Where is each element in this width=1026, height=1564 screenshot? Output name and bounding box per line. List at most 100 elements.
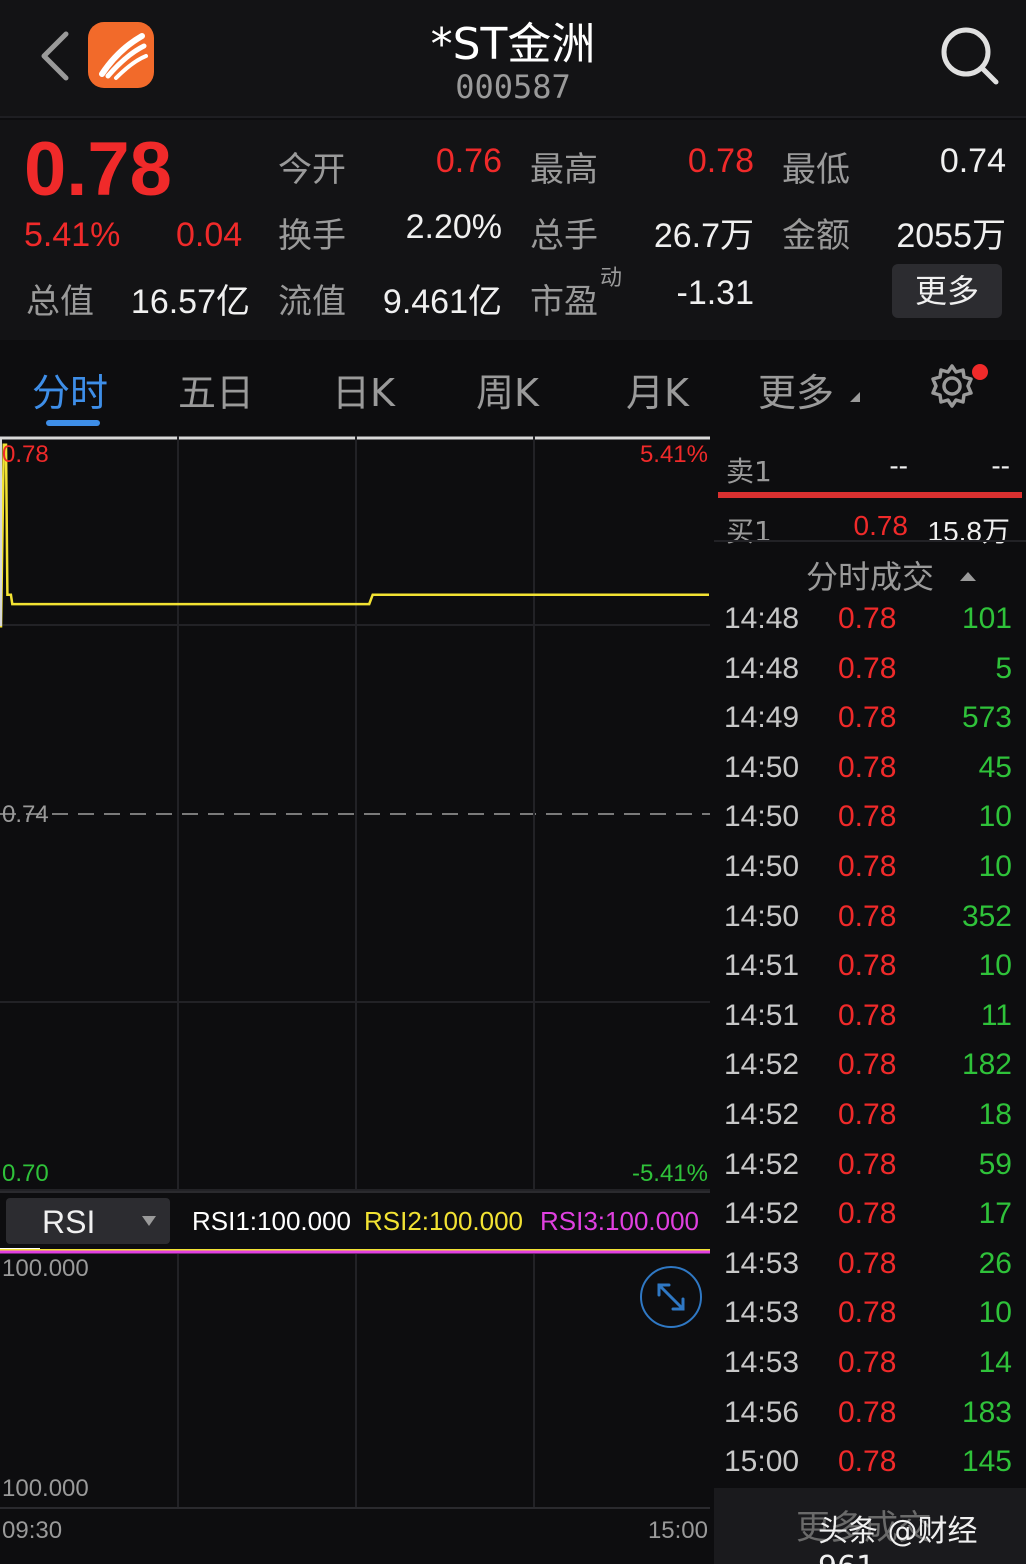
tick-time: 14:51 xyxy=(724,998,800,1032)
order-book-panel: 卖1 -- -- 买1 0.78 15.8万 分时成交 14:48 0.78 101… xyxy=(714,436,1026,1564)
tick-price: 0.78 xyxy=(838,1246,897,1280)
buy1-row: 买1 0.78 15.8万 xyxy=(714,498,1026,552)
tab-more-caret-icon xyxy=(850,392,860,402)
tick-volume: 10 xyxy=(978,800,1012,834)
tick-price: 0.78 xyxy=(838,1147,897,1181)
tab-weekly-k[interactable]: 周K xyxy=(476,362,539,417)
rsi-indicator-bar: RSI RSI1:100.000 RSI2:100.000 RSI3:100.0… xyxy=(0,1194,712,1248)
tick-price: 0.78 xyxy=(838,1097,897,1131)
tab-daily-k[interactable]: 日K xyxy=(332,362,395,417)
open-label: 今开 xyxy=(278,150,346,190)
volume-value: 26.7万 xyxy=(653,217,754,255)
rsi3-value: RSI3:100.000 xyxy=(540,1206,700,1236)
dropdown-caret-icon xyxy=(142,1216,156,1226)
tab-more[interactable]: 更多 xyxy=(758,362,834,417)
settings-gear-icon[interactable] xyxy=(928,362,976,410)
tick-volume: 145 xyxy=(961,1445,1012,1479)
quote-more-button[interactable]: 更多 xyxy=(892,264,1002,318)
price-axis-mid: 0.74 xyxy=(2,801,49,828)
tick-price: 0.78 xyxy=(838,651,897,685)
tick-price: 0.78 xyxy=(838,1296,897,1330)
tick-price: 0.78 xyxy=(838,1395,897,1429)
intraday-chart-svg: 0.78 5.41% 0.74 0.70 -5.41% 100.000 100.… xyxy=(0,436,710,1544)
tick-time: 14:49 xyxy=(724,701,800,735)
intraday-chart[interactable]: 0.78 5.41% 0.74 0.70 -5.41% 100.000 100.… xyxy=(0,436,712,1564)
tick-row: 14:52 0.78 17 xyxy=(714,1189,1026,1239)
stock-code: 000587 xyxy=(455,68,571,106)
app-logo-icon xyxy=(88,22,154,88)
change-percent: 5.41% xyxy=(24,216,121,254)
tick-time: 14:52 xyxy=(724,1097,800,1131)
buy1-volume: 15.8万 xyxy=(927,516,1011,547)
float-cap-label: 流值 xyxy=(278,282,346,322)
tick-price: 0.78 xyxy=(838,701,897,735)
indicator-dropdown-label: RSI xyxy=(42,1204,96,1240)
tab-monthly-k[interactable]: 月K xyxy=(626,362,689,417)
tick-volume: 352 xyxy=(961,899,1012,933)
float-cap-value: 9.461亿 xyxy=(382,283,502,321)
indicator-dropdown[interactable]: RSI xyxy=(6,1198,170,1244)
tick-time: 14:53 xyxy=(724,1296,800,1330)
tick-volume: 10 xyxy=(978,949,1012,983)
sell1-volume: -- xyxy=(991,450,1010,481)
tick-time: 14:53 xyxy=(724,1345,800,1379)
pe-dynamic-sup: 动 xyxy=(600,266,623,291)
high-label: 最高 xyxy=(530,150,598,190)
tick-time: 14:48 xyxy=(724,651,800,685)
amount-value: 2055万 xyxy=(896,217,1006,255)
pe-value: -1.31 xyxy=(676,274,755,312)
tick-time: 14:53 xyxy=(724,1246,800,1280)
tick-time: 14:56 xyxy=(724,1395,800,1429)
tab-intraday[interactable]: 分时 xyxy=(32,362,108,417)
tick-time: 14:50 xyxy=(724,750,800,784)
tick-row: 14:51 0.78 10 xyxy=(714,941,1026,991)
tick-row: 14:49 0.78 573 xyxy=(714,693,1026,743)
order-book-separator xyxy=(714,540,1026,542)
tick-time: 14:48 xyxy=(724,602,800,635)
price-axis-top: 0.78 xyxy=(2,441,49,468)
rsi-axis-top: 100.000 xyxy=(2,1255,89,1282)
buy1-price: 0.78 xyxy=(853,510,909,541)
tick-volume: 26 xyxy=(978,1246,1012,1280)
sell1-price: -- xyxy=(889,450,908,481)
rsi2-value: RSI2:100.000 xyxy=(364,1206,524,1236)
open-value: 0.76 xyxy=(435,142,502,180)
tick-row: 14:53 0.78 26 xyxy=(714,1239,1026,1289)
back-arrow-icon[interactable] xyxy=(36,28,76,84)
tick-volume: 183 xyxy=(961,1395,1012,1429)
tick-price: 0.78 xyxy=(838,800,897,834)
time-axis-end: 15:00 xyxy=(648,1517,708,1544)
active-tab-indicator xyxy=(46,420,100,426)
sell1-label: 卖1 xyxy=(726,455,772,488)
pct-axis-top: 5.41% xyxy=(640,441,708,468)
high-value: 0.78 xyxy=(687,142,754,180)
notification-dot xyxy=(972,364,988,380)
tick-row: 14:50 0.78 352 xyxy=(714,892,1026,942)
fullscreen-expand-icon[interactable] xyxy=(640,1266,702,1328)
change-amount: 0.04 xyxy=(176,216,243,254)
tick-volume: 101 xyxy=(961,602,1012,635)
tick-price: 0.78 xyxy=(838,849,897,883)
price-axis-bottom: 0.70 xyxy=(2,1160,49,1187)
tab-five-day[interactable]: 五日 xyxy=(178,362,254,417)
tick-volume: 14 xyxy=(978,1345,1012,1379)
tick-row: 14:50 0.78 10 xyxy=(714,842,1026,892)
tick-volume: 182 xyxy=(961,1048,1012,1082)
tick-price: 0.78 xyxy=(838,899,897,933)
tick-time: 14:51 xyxy=(724,949,800,983)
tick-row: 15:00 0.78 145 xyxy=(714,1437,1026,1487)
low-label: 最低 xyxy=(782,150,850,190)
tick-time: 14:50 xyxy=(724,849,800,883)
market-cap-label: 总值 xyxy=(26,282,94,322)
buy1-label: 买1 xyxy=(726,515,772,548)
tick-price: 0.78 xyxy=(838,1048,897,1082)
tick-time: 14:52 xyxy=(724,1048,800,1082)
search-icon[interactable] xyxy=(938,24,1002,88)
tick-row: 14:56 0.78 183 xyxy=(714,1388,1026,1438)
tick-volume: 10 xyxy=(978,1296,1012,1330)
tick-time: 14:52 xyxy=(724,1147,800,1181)
volume-label: 总手 xyxy=(530,216,598,256)
tick-row: 14:51 0.78 11 xyxy=(714,991,1026,1041)
tick-row: 14:48 0.78 5 xyxy=(714,644,1026,694)
ticks-header[interactable]: 分时成交 xyxy=(714,552,1026,598)
